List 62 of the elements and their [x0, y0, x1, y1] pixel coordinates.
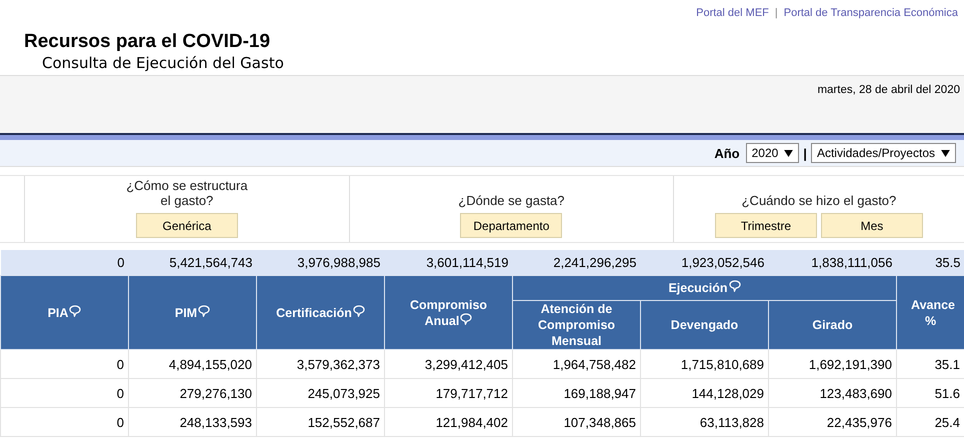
speech-bubble-icon[interactable]	[69, 304, 82, 316]
column-header[interactable]: Avance %	[896, 276, 964, 350]
table-cell: 1,692,191,390	[768, 350, 896, 378]
year-select[interactable]: 2020	[746, 143, 800, 163]
table-cell: 63,113,828	[640, 408, 768, 436]
table-cell: 4,894,155,020	[128, 350, 256, 378]
column-header[interactable]: Devengado	[640, 300, 768, 350]
column-header[interactable]: PIM	[128, 276, 256, 350]
table-cell: 22,435,976	[768, 408, 896, 436]
table-cell: 121,984,402	[384, 408, 512, 436]
table-cell: 3,579,362,373	[256, 350, 384, 378]
header-link[interactable]: Portal del MEF	[696, 7, 769, 19]
page-title: Recursos para el COVID-19	[24, 31, 272, 53]
column-header[interactable]: Compromiso Anual	[384, 276, 512, 350]
caret-icon	[784, 150, 794, 156]
total-cell: 1,923,052,546	[640, 250, 768, 276]
question-label: ¿Cuándo se hizo el gasto?	[742, 193, 896, 208]
table-cell: 1,715,810,689	[640, 350, 768, 378]
table-cell: 0	[0, 378, 128, 408]
total-cell: 5,421,564,743	[128, 250, 256, 276]
total-cell: 1,838,111,056	[768, 250, 896, 276]
separator-mark: |	[803, 146, 807, 160]
view-select[interactable]: Actividades/Proyectos	[810, 143, 956, 163]
question-label: ¿Cómo se estructura el gasto?	[125, 178, 249, 208]
table-cell: 152,552,687	[256, 408, 384, 436]
column-header[interactable]: Girado	[768, 300, 896, 350]
speech-bubble-icon[interactable]	[460, 312, 472, 324]
year-label: Año	[714, 146, 740, 160]
total-cell: 3,976,988,985	[256, 250, 384, 276]
column-header[interactable]: Certificación	[256, 276, 384, 350]
option-button[interactable]: Departamento	[460, 213, 562, 238]
table-cell: 3,299,412,405	[384, 350, 512, 378]
column-header[interactable]: Atención de Compromiso Mensual	[512, 300, 640, 350]
column-header[interactable]: PIA	[0, 276, 128, 350]
separator-mark: |	[774, 7, 778, 19]
table-cell: 0	[0, 408, 128, 436]
table-cell: 179,717,712	[384, 378, 512, 408]
speech-bubble-icon[interactable]	[728, 280, 741, 292]
caret-icon	[941, 150, 950, 156]
table-cell: 248,133,593	[128, 408, 256, 436]
header-link[interactable]: Portal de Transparencia Económica	[784, 7, 958, 19]
table-cell: 144,128,029	[640, 378, 768, 408]
option-button[interactable]: Mes	[820, 213, 923, 238]
speech-bubble-icon[interactable]	[198, 304, 210, 316]
total-cell: 2,241,296,295	[512, 250, 640, 276]
speech-bubble-icon[interactable]	[352, 304, 365, 316]
question-label: ¿Dónde se gasta?	[458, 193, 565, 208]
table-cell: 245,073,925	[256, 378, 384, 408]
option-button[interactable]: Genérica	[136, 213, 238, 238]
table-cell: 123,483,690	[768, 378, 896, 408]
date-label: martes, 28 de abril del 2020	[817, 83, 961, 98]
table-cell: 107,348,865	[512, 408, 640, 436]
table-cell: 169,188,947	[512, 378, 640, 408]
total-cell: 0	[0, 250, 128, 276]
total-cell: 35.5	[896, 250, 964, 276]
column-header[interactable]: Ejecución	[512, 276, 896, 300]
table-cell: 279,276,130	[128, 378, 256, 408]
total-cell: 3,601,114,519	[384, 250, 512, 276]
table-cell: 0	[0, 350, 128, 378]
page-subtitle: Consulta de Ejecución del Gasto	[41, 53, 285, 73]
option-button[interactable]: Trimestre	[714, 213, 817, 238]
table-cell: 1,964,758,482	[512, 350, 640, 378]
